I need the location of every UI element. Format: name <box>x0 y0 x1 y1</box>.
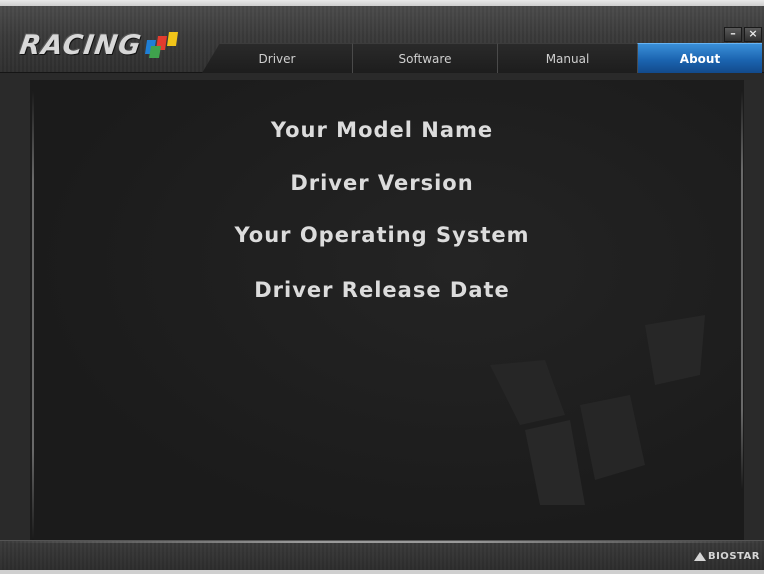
brand-text: BIOSTAR <box>707 551 760 562</box>
tab-manual[interactable]: Manual <box>497 43 637 73</box>
tab-software-label: Software <box>398 51 452 66</box>
model-name-text: Your Model Name <box>270 118 494 142</box>
header-bar: RACING – × Driver Software Manual About <box>0 6 764 73</box>
tab-about-label: About <box>679 51 721 66</box>
biostar-triangle-icon <box>693 552 706 561</box>
footer-divider <box>0 541 764 543</box>
racing-logo: RACING <box>17 28 179 62</box>
tab-driver-label: Driver <box>258 51 296 66</box>
driver-version-text: Driver Version <box>290 171 474 195</box>
tab-about[interactable]: About <box>637 43 762 73</box>
window-bottom-edge <box>0 570 764 574</box>
logo-text: RACING <box>17 29 144 61</box>
close-button[interactable]: × <box>744 27 762 42</box>
minimize-button[interactable]: – <box>724 27 742 42</box>
app-window: RACING – × Driver Software Manual About … <box>0 0 764 574</box>
tab-software[interactable]: Software <box>352 43 497 73</box>
left-divider <box>32 90 34 540</box>
racing-mark-icon <box>145 32 179 58</box>
window-controls: – × <box>724 27 762 42</box>
release-date-text: Driver Release Date <box>254 278 510 302</box>
footer-bar: BIOSTAR <box>0 540 764 574</box>
tab-bar: Driver Software Manual About <box>202 43 762 73</box>
tab-manual-label: Manual <box>545 51 590 66</box>
tab-driver[interactable]: Driver <box>202 43 352 73</box>
operating-system-text: Your Operating System <box>234 223 530 247</box>
racing-watermark-icon <box>490 315 705 505</box>
biostar-logo: BIOSTAR <box>693 551 760 562</box>
